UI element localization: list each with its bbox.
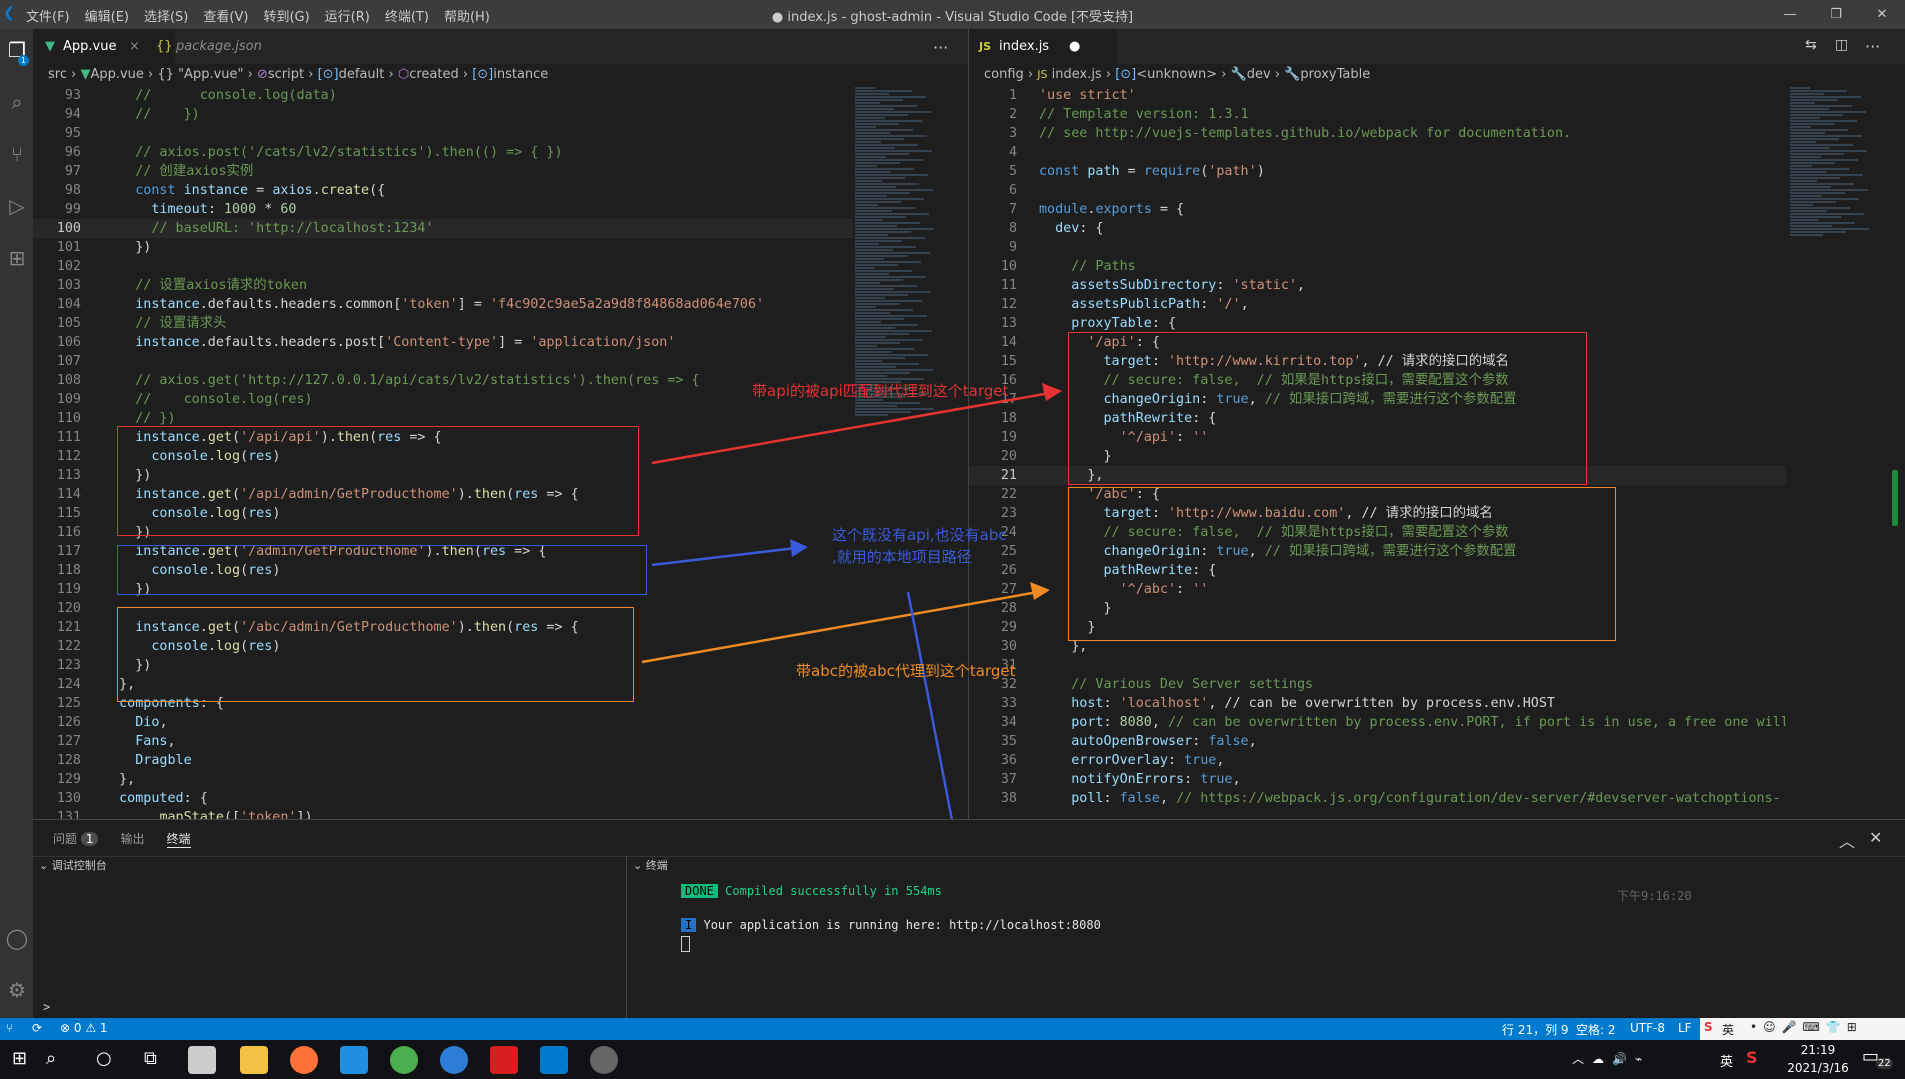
problems-status[interactable]: ⊗ 0 ⚠ 1 (60, 1021, 108, 1035)
done-badge: DONE (681, 884, 718, 898)
api-annotation: 带api的被api匹配到代理到这个target (752, 382, 1009, 400)
abc-annotation: 带abc的被abc代理到这个target (796, 662, 1016, 680)
red-app-icon[interactable] (490, 1046, 518, 1074)
api-arrow (651, 391, 1051, 465)
windows-start-icon[interactable]: ⊞ (12, 1048, 27, 1069)
tab-terminal[interactable]: 终端 (166, 830, 191, 848)
ime-tool-icons: •☺🎤⌨👕⊞ (1750, 1020, 1863, 1034)
api-arrowhead (1042, 383, 1062, 401)
ime-language: 英 (1722, 1023, 1735, 1037)
close-panel-icon[interactable]: ✕ (1869, 828, 1882, 847)
tab-output[interactable]: 输出 (120, 830, 144, 848)
cortana-icon[interactable]: ○ (96, 1048, 112, 1069)
system-tray-icons[interactable]: ︿☁🔊⌁ (1572, 1050, 1650, 1067)
firefox-icon[interactable] (290, 1046, 318, 1074)
debug-console-title: 调试控制台 (51, 859, 107, 872)
ime-toolbar[interactable]: S 英 •☺🎤⌨👕⊞ (1700, 1018, 1905, 1040)
game-icon[interactable] (590, 1046, 618, 1074)
status-bar: ⑂ ⟳ ⊗ 0 ⚠ 1 行 21，列 9 空格: 2 UTF-8 LF S 英 … (0, 1018, 1905, 1040)
clock-time: 21:19 (1800, 1043, 1836, 1057)
file-explorer-icon[interactable] (240, 1046, 268, 1074)
abc-arrowhead (1030, 582, 1050, 600)
windows-taskbar: ⊞ ⌕ ○ ⧉ ︿☁🔊⌁ 英 S 21:19 2021/3/16 ▭ 22 (0, 1040, 1905, 1079)
local-arrow (651, 546, 797, 567)
browser-icon[interactable] (440, 1046, 468, 1074)
compile-time: 下午9:16:20 (1617, 889, 1692, 903)
sogou-tray-icon[interactable]: S (1746, 1048, 1758, 1067)
info-badge: I (681, 918, 697, 932)
vscode-taskbar-icon[interactable] (540, 1046, 568, 1074)
debug-console[interactable]: ⌄ 调试控制台 > (33, 856, 627, 1022)
eol-status[interactable]: LF (1678, 1021, 1692, 1035)
chrome-icon[interactable] (390, 1046, 418, 1074)
notification-badge: 22 (1876, 1058, 1893, 1069)
task-view-icon[interactable]: ⧉ (144, 1048, 157, 1069)
clock[interactable]: 21:19 2021/3/16 (1782, 1041, 1854, 1077)
cursor-position[interactable]: 行 21，列 9 (1502, 1021, 1569, 1038)
sync-icon[interactable]: ⟳ (32, 1021, 42, 1035)
indentation-status[interactable]: 空格: 2 (1576, 1021, 1616, 1038)
clock-date: 2021/3/16 (1787, 1061, 1849, 1075)
local-annotation-line-1: 这个既没有api,也没有abc (832, 526, 1007, 544)
tray-ime[interactable]: 英 (1720, 1051, 1733, 1070)
local-arrowhead (790, 539, 808, 557)
panel-tabs: 问题 1 输出 终端 (53, 830, 191, 848)
tab-label: 问题 (53, 832, 78, 846)
debug-prompt[interactable]: > (43, 1000, 50, 1014)
abc-arrow (641, 590, 1039, 664)
search-icon[interactable]: ⌕ (46, 1048, 56, 1069)
bottom-panel: 问题 1 输出 终端 ︿ ✕ ⌄ 调试控制台 > ⌄ 终端 DONE Compi… (33, 819, 1905, 1022)
encoding-status[interactable]: UTF-8 (1630, 1021, 1665, 1035)
terminal[interactable]: ⌄ 终端 DONE Compiled successfully in 554ms… (627, 856, 1905, 1022)
terminal-title: 终端 (645, 859, 668, 872)
terminal-cursor (681, 936, 690, 952)
running-message: Your application is running here: http:/… (703, 918, 1101, 932)
app-icon[interactable] (188, 1046, 216, 1074)
tab-problems[interactable]: 问题 1 (53, 830, 99, 848)
remote-icon[interactable]: ⑂ (6, 1021, 13, 1035)
compiled-message: Compiled successfully in 554ms (725, 884, 942, 898)
maximize-panel-icon[interactable]: ︿ (1839, 828, 1855, 852)
calendar-icon[interactable] (340, 1046, 368, 1074)
local-annotation-line-2: ,就用的本地项目路径 (832, 548, 972, 566)
problems-badge: 1 (80, 832, 99, 846)
sogou-icon: S (1704, 1020, 1713, 1034)
